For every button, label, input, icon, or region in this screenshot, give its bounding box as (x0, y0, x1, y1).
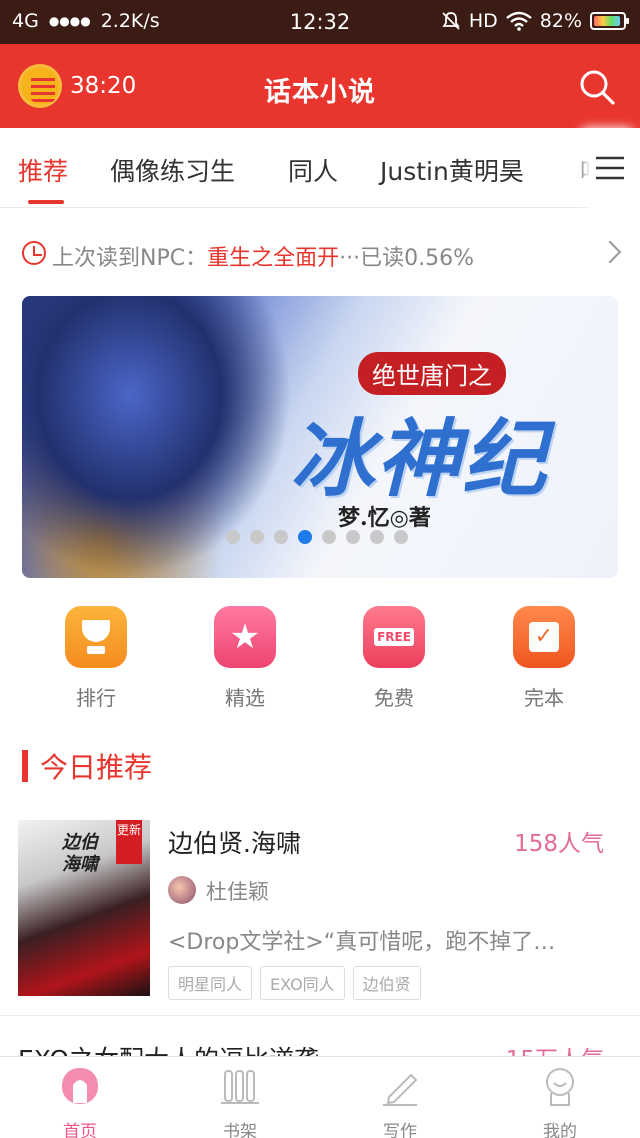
profile-icon (546, 1068, 574, 1106)
banner-subtitle: 绝世唐门之 (358, 352, 506, 395)
pagination-dot[interactable] (250, 530, 264, 544)
battery-percent: 82% (539, 10, 582, 32)
chevron-right-icon (598, 240, 622, 264)
banner-pagination (226, 530, 408, 544)
pagination-dot[interactable] (346, 530, 360, 544)
book-author: 杜佳颖 (206, 880, 269, 904)
category-completed[interactable]: ✓ 完本 (494, 606, 594, 711)
book-description: <Drop文学社>“真可惜呢，跑不掉了… (168, 930, 556, 955)
mute-icon (442, 12, 460, 30)
book-tag[interactable]: EXO同人 (260, 966, 345, 1000)
nav-write[interactable]: 写作 (360, 1065, 440, 1138)
tab-menu-button[interactable] (590, 128, 640, 208)
hd-indicator: HD (468, 10, 498, 32)
wifi-icon (505, 11, 532, 31)
author-avatar (168, 876, 196, 904)
last-read-progress: 已读0.56% (360, 246, 474, 271)
pagination-dot[interactable] (274, 530, 288, 544)
nav-label: 首页 (63, 1122, 97, 1138)
category-free[interactable]: FREE 免费 (344, 606, 444, 711)
clock-icon (22, 241, 46, 265)
nav-label: 书架 (223, 1122, 257, 1138)
book-title: 边伯贤.海啸 (168, 829, 301, 858)
book-tags: 明星同人 EXO同人 边伯贤 (168, 966, 421, 1000)
nav-label: 写作 (383, 1122, 417, 1138)
home-icon (62, 1068, 98, 1104)
tab-idol-trainee[interactable]: 偶像练习生 (110, 152, 235, 188)
bookshelf-icon (221, 1070, 259, 1104)
book-popularity: 158人气 (514, 831, 604, 857)
nav-profile[interactable]: 我的 (520, 1065, 600, 1138)
tab-recommend[interactable]: 推荐 (18, 152, 68, 188)
book-cover: 边伯海啸 更新 (18, 820, 150, 996)
cover-title: 边伯海啸 (62, 832, 98, 875)
category-label: 免费 (374, 686, 414, 710)
bottom-nav: 首页 书架 写作 我的 (0, 1056, 640, 1138)
category-label: 精选 (225, 686, 265, 710)
category-featured[interactable]: ★ 精选 (195, 606, 295, 711)
pagination-dot[interactable] (394, 530, 408, 544)
book-tag[interactable]: 明星同人 (168, 966, 253, 1000)
section-header: 今日推荐 (22, 746, 152, 786)
search-icon[interactable] (578, 68, 616, 106)
section-title: 今日推荐 (40, 751, 153, 784)
last-read-ellipsis: ··· (339, 246, 361, 271)
nav-label: 我的 (543, 1122, 577, 1138)
free-icon: FREE (363, 606, 425, 668)
update-ribbon: 更新 (116, 820, 142, 864)
pagination-dot[interactable] (370, 530, 384, 544)
last-read-book: 重生之全面开 (207, 246, 340, 271)
category-label: 排行 (76, 686, 116, 710)
menu-icon (596, 156, 624, 180)
free-badge-text: FREE (374, 628, 414, 646)
category-ranking[interactable]: 排行 (46, 606, 146, 711)
category-label: 完本 (524, 686, 564, 710)
pagination-dot[interactable] (322, 530, 336, 544)
tab-justin[interactable]: Justin黄明昊 (380, 152, 524, 188)
app-title: 话本小说 (264, 77, 376, 108)
book-list-item[interactable]: 边伯海啸 更新 边伯贤.海啸 158人气 杜佳颖 <Drop文学社>“真可惜呢，… (0, 818, 640, 1016)
banner-title: 冰神纪 (290, 410, 549, 508)
banner-author: 梦.忆◎著 (338, 505, 431, 531)
pagination-dot[interactable] (226, 530, 240, 544)
book-tag[interactable]: 边伯贤 (352, 966, 421, 1000)
promo-banner[interactable]: 绝世唐门之 冰神纪 梦.忆◎著 (22, 296, 618, 578)
last-read-prefix: 上次读到NPC： (52, 246, 208, 271)
pagination-dot-active[interactable] (298, 530, 312, 544)
active-tab-indicator (28, 200, 64, 204)
category-tabs: 推荐 偶像练习生 同人 Justin黄明昊 咁 (0, 128, 640, 208)
quick-categories: 排行 ★ 精选 FREE 免费 ✓ 完本 (0, 606, 640, 726)
section-marker (22, 750, 28, 782)
pen-icon (383, 1073, 418, 1106)
nav-home[interactable]: 首页 (40, 1065, 120, 1138)
tab-fanfic[interactable]: 同人 (288, 152, 338, 188)
status-bar: 4G ●●●● 2.2K/s 12:32 HD 82% (0, 0, 640, 44)
nav-bookshelf[interactable]: 书架 (200, 1065, 280, 1138)
star-icon: ★ (214, 606, 276, 668)
battery-icon (590, 12, 629, 30)
checklist-icon: ✓ (513, 606, 575, 668)
app-bar: 38:20 话本小说 (0, 44, 640, 128)
trophy-icon (65, 606, 127, 668)
last-read-bar[interactable]: 上次读到NPC：重生之全面开···已读0.56% (0, 208, 640, 294)
